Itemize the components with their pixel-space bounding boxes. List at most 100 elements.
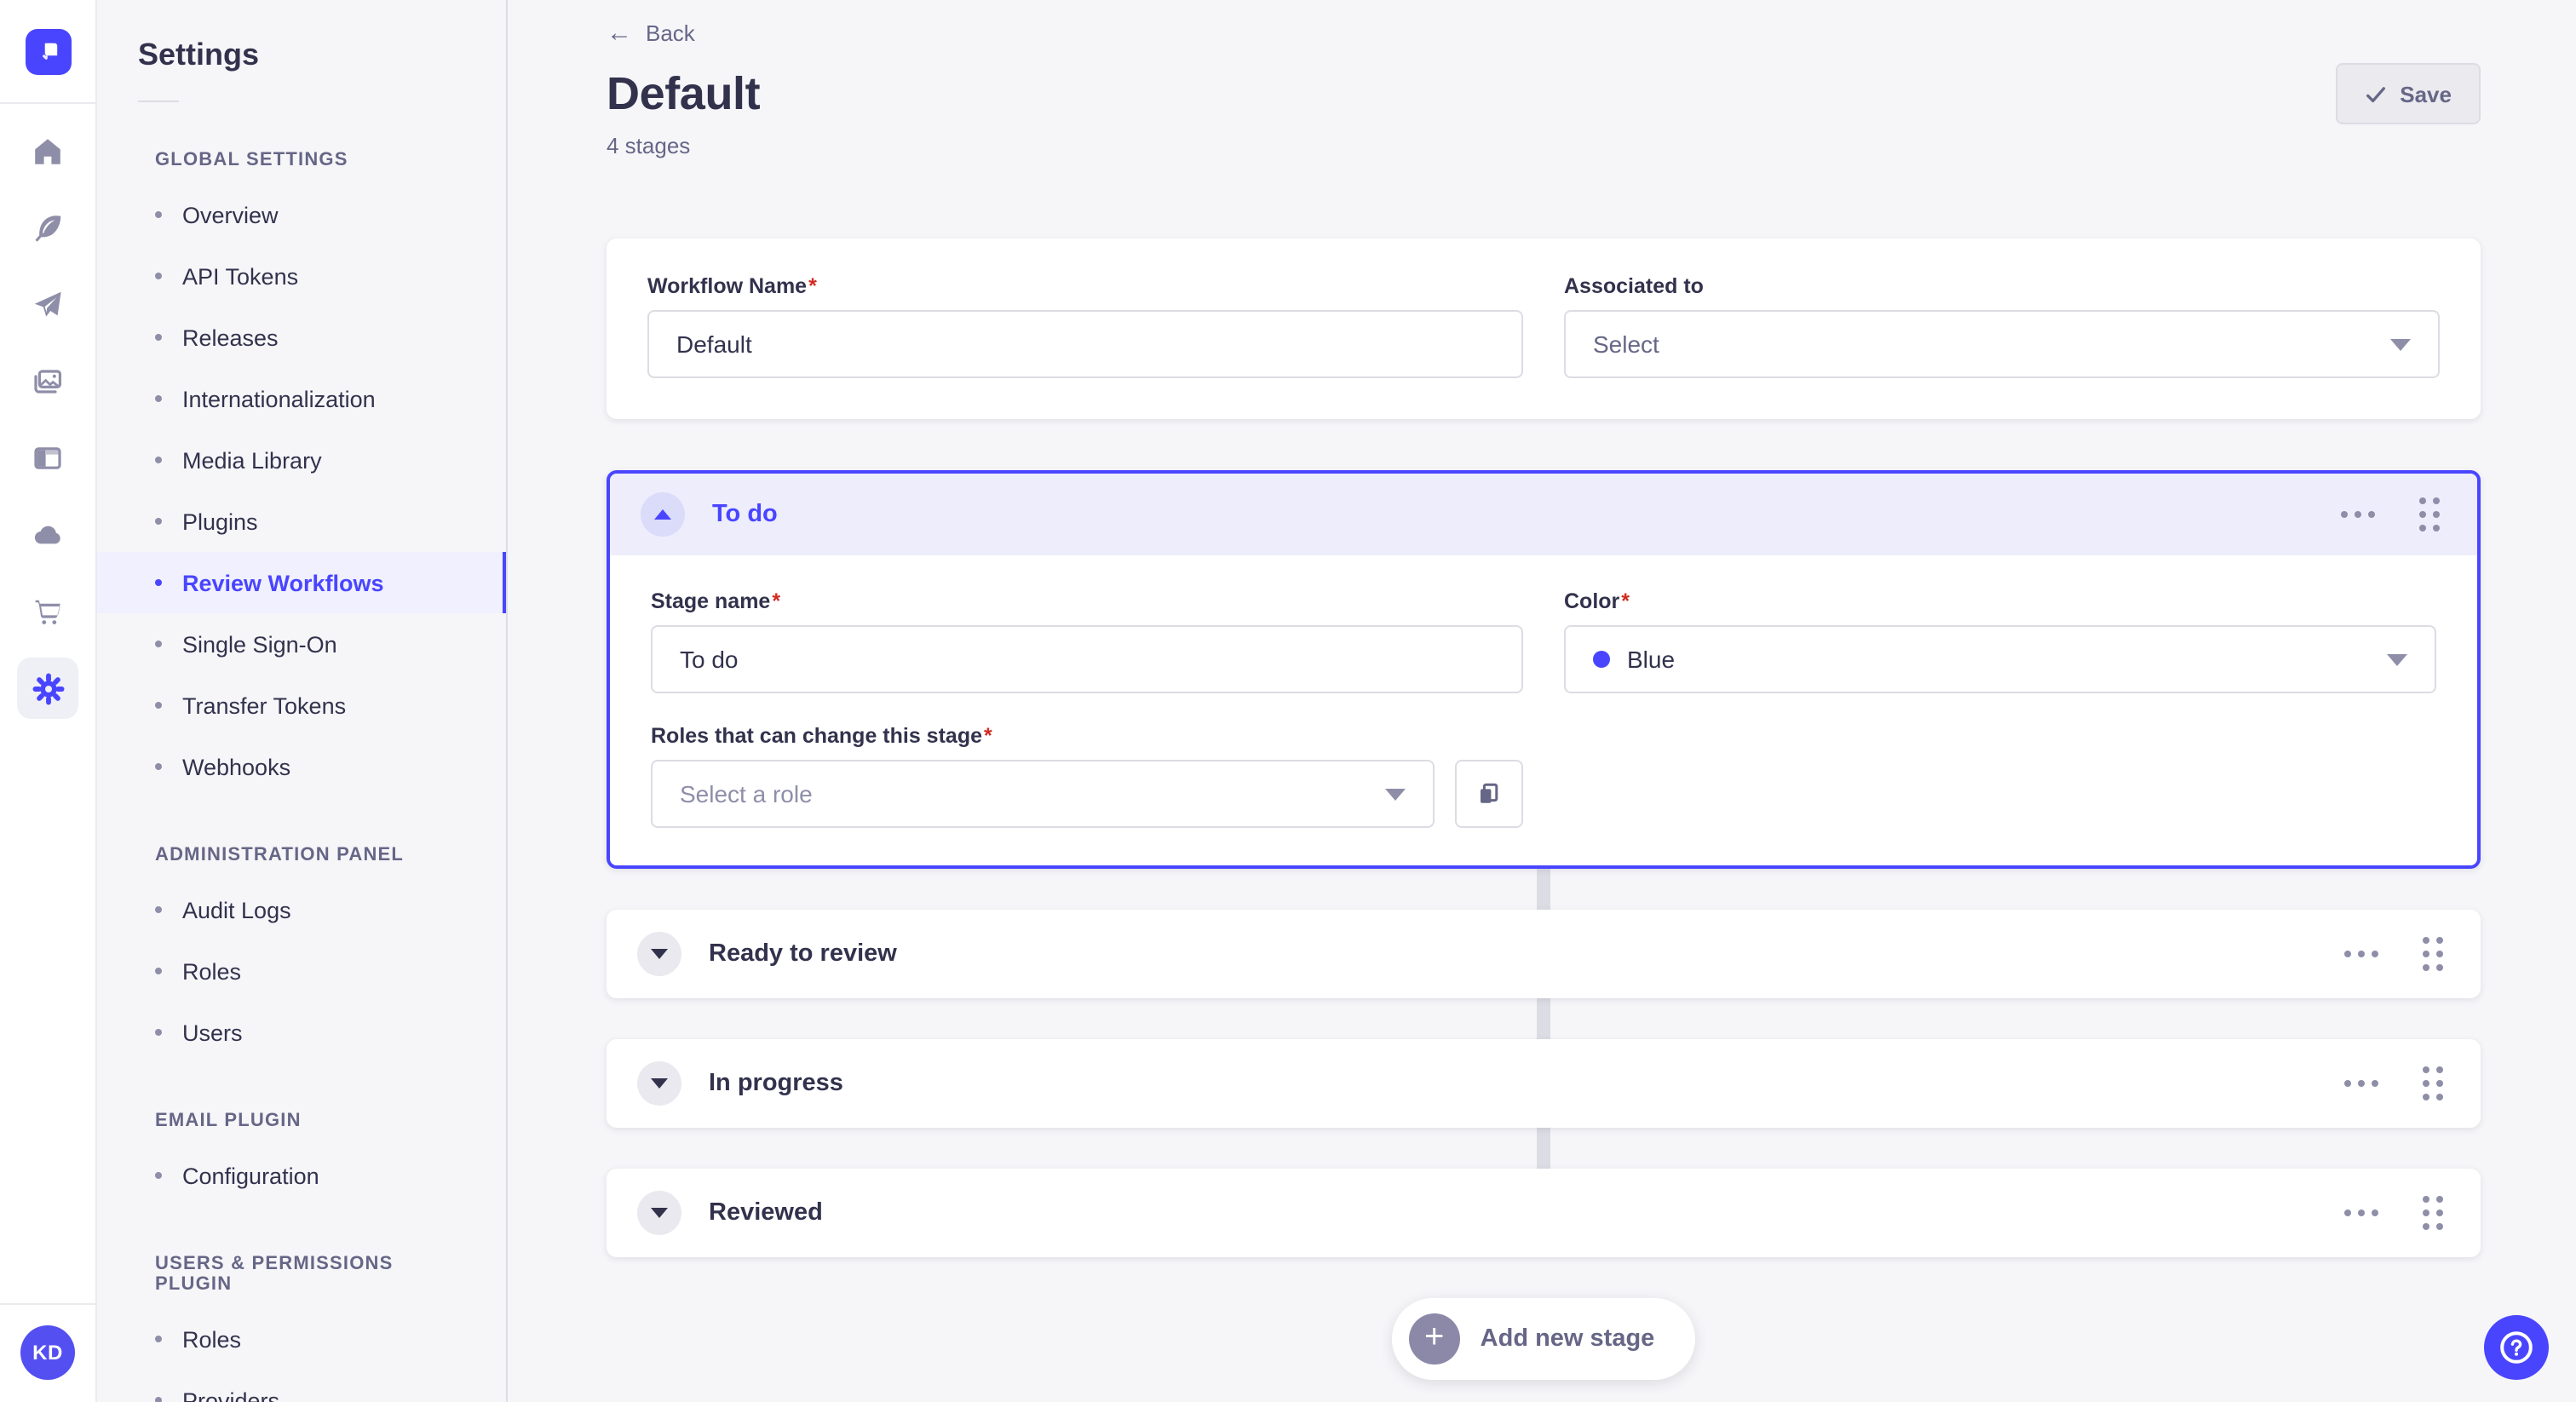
app-root: KD Settings GLOBAL SETTINGS Overview API… xyxy=(0,0,2576,1402)
back-link[interactable]: ← Back xyxy=(607,20,695,46)
collapse-stage-button[interactable] xyxy=(641,492,685,537)
associated-to-select[interactable]: Select xyxy=(1564,310,2440,378)
save-button[interactable]: Save xyxy=(2335,63,2481,124)
stage-header[interactable]: Reviewed xyxy=(607,1169,2481,1257)
sidebar-item-label: Audit Logs xyxy=(182,897,291,922)
bullet-icon xyxy=(155,395,162,402)
subnav-title: Settings xyxy=(138,37,260,72)
color-swatch-blue xyxy=(1593,651,1610,668)
help-button[interactable] xyxy=(2484,1315,2549,1380)
workflow-name-input[interactable] xyxy=(647,310,1523,378)
more-options-icon xyxy=(2344,1210,2378,1216)
workflow-name-field-group: Workflow Name * xyxy=(647,274,1523,378)
sidebar-item-label: Webhooks xyxy=(182,754,291,779)
stage-card-to-do: To do Stage name* Color* xyxy=(607,470,2481,869)
section-administration-panel: ADMINISTRATION PANEL Audit Logs Roles Us… xyxy=(138,831,465,1063)
stage-header[interactable]: To do xyxy=(610,474,2477,555)
sidebar-item-releases[interactable]: Releases xyxy=(97,307,506,368)
sidebar-item-label: Transfer Tokens xyxy=(182,692,347,718)
sidebar-item-plugins[interactable]: Plugins xyxy=(97,491,506,552)
sidebar-item-label: Media Library xyxy=(182,447,322,473)
marketplace-icon[interactable] xyxy=(17,581,78,642)
add-new-stage-button[interactable]: + Add new stage xyxy=(1391,1298,1696,1380)
sidebar-item-media-library[interactable]: Media Library xyxy=(97,429,506,491)
drag-handle-icon xyxy=(2423,1066,2443,1100)
main-nav-rail: KD xyxy=(0,0,97,1402)
apply-roles-to-all-stages-button[interactable] xyxy=(1455,760,1523,828)
check-icon xyxy=(2366,86,2385,102)
main-content: ← Back Default Save 4 stages Workflow Na… xyxy=(508,0,2576,1402)
expand-stage-button[interactable] xyxy=(637,932,681,976)
sidebar-item-single-sign-on[interactable]: Single Sign-On xyxy=(97,613,506,675)
sidebar-item-up-roles[interactable]: Roles xyxy=(97,1308,506,1370)
sidebar-item-admin-users[interactable]: Users xyxy=(97,1002,506,1063)
add-stage-label: Add new stage xyxy=(1480,1325,1655,1353)
sidebar-item-overview[interactable]: Overview xyxy=(97,184,506,245)
home-icon[interactable] xyxy=(17,121,78,182)
bullet-icon xyxy=(155,641,162,647)
sidebar-item-audit-logs[interactable]: Audit Logs xyxy=(97,879,506,940)
stage-more-menu-button[interactable] xyxy=(2337,944,2385,964)
stage-color-field-group: Color * Blue xyxy=(1564,589,2436,693)
chevron-up-icon xyxy=(654,509,671,520)
associated-to-label: Associated to xyxy=(1564,274,1704,298)
stage-name-field-group: Stage name * xyxy=(651,589,1523,693)
bullet-icon xyxy=(155,579,162,586)
stage-card-in-progress: In progress xyxy=(607,1039,2481,1128)
strapi-logo[interactable] xyxy=(25,29,71,75)
stage-drag-handle[interactable] xyxy=(2416,1060,2450,1107)
stage-header[interactable]: In progress xyxy=(607,1039,2481,1128)
settings-icon[interactable] xyxy=(17,658,78,719)
section-label: USERS & PERMISSIONS PLUGIN xyxy=(155,1254,394,1295)
question-mark-icon xyxy=(2500,1331,2533,1364)
chevron-down-icon xyxy=(651,949,668,959)
section-global-settings: GLOBAL SETTINGS Overview API Tokens Rele… xyxy=(97,136,506,797)
required-marker: * xyxy=(1621,589,1630,613)
sidebar-item-label: API Tokens xyxy=(182,263,299,289)
sidebar-item-transfer-tokens[interactable]: Transfer Tokens xyxy=(97,675,506,736)
stage-drag-handle[interactable] xyxy=(2412,491,2447,538)
more-options-icon xyxy=(2344,1080,2378,1087)
user-avatar[interactable]: KD xyxy=(20,1325,75,1380)
page-title: Default xyxy=(607,67,761,118)
section-label: EMAIL PLUGIN xyxy=(155,1111,302,1131)
sidebar-item-review-workflows[interactable]: Review Workflows xyxy=(97,552,506,613)
stage-color-select[interactable]: Blue xyxy=(1564,625,2436,693)
stage-body: Stage name* Color* Blue R xyxy=(610,555,2477,865)
bullet-icon xyxy=(155,457,162,463)
bullet-icon xyxy=(155,334,162,341)
expand-stage-button[interactable] xyxy=(637,1061,681,1106)
sidebar-item-email-configuration[interactable]: Configuration xyxy=(97,1145,506,1206)
section-label: GLOBAL SETTINGS xyxy=(155,150,348,170)
strapi-logo-icon xyxy=(42,43,57,60)
sidebar-item-up-providers[interactable]: Providers xyxy=(97,1370,506,1402)
more-options-icon xyxy=(2341,511,2375,518)
content-type-builder-icon[interactable] xyxy=(17,428,78,489)
stage-drag-handle[interactable] xyxy=(2416,1189,2450,1237)
sidebar-item-api-tokens[interactable]: API Tokens xyxy=(97,245,506,307)
expand-stage-button[interactable] xyxy=(637,1191,681,1235)
stage-name-input[interactable] xyxy=(651,625,1523,693)
cloud-icon[interactable] xyxy=(17,504,78,566)
sidebar-item-webhooks[interactable]: Webhooks xyxy=(97,736,506,797)
content-manager-icon[interactable] xyxy=(17,198,78,259)
stage-roles-label: Roles that can change this stage * xyxy=(651,724,992,748)
page-subtitle: 4 stages xyxy=(607,133,691,158)
stage-drag-handle[interactable] xyxy=(2416,930,2450,978)
stage-roles-select[interactable]: Select a role xyxy=(651,760,1435,828)
media-library-icon[interactable] xyxy=(17,351,78,412)
stage-more-menu-button[interactable] xyxy=(2337,1073,2385,1094)
stage-more-menu-button[interactable] xyxy=(2334,504,2382,525)
deploy-icon[interactable] xyxy=(17,274,78,336)
sidebar-item-admin-roles[interactable]: Roles xyxy=(97,940,506,1002)
save-label: Save xyxy=(2400,81,2452,106)
sidebar-item-label: Single Sign-On xyxy=(182,631,337,657)
drag-handle-icon xyxy=(2419,497,2440,531)
stage-more-menu-button[interactable] xyxy=(2337,1203,2385,1223)
stage-card-reviewed: Reviewed xyxy=(607,1169,2481,1257)
sidebar-item-internationalization[interactable]: Internationalization xyxy=(97,368,506,429)
bullet-icon xyxy=(155,968,162,974)
workflow-name-label: Workflow Name * xyxy=(647,274,817,298)
stage-header[interactable]: Ready to review xyxy=(607,910,2481,998)
bullet-icon xyxy=(155,1029,162,1036)
